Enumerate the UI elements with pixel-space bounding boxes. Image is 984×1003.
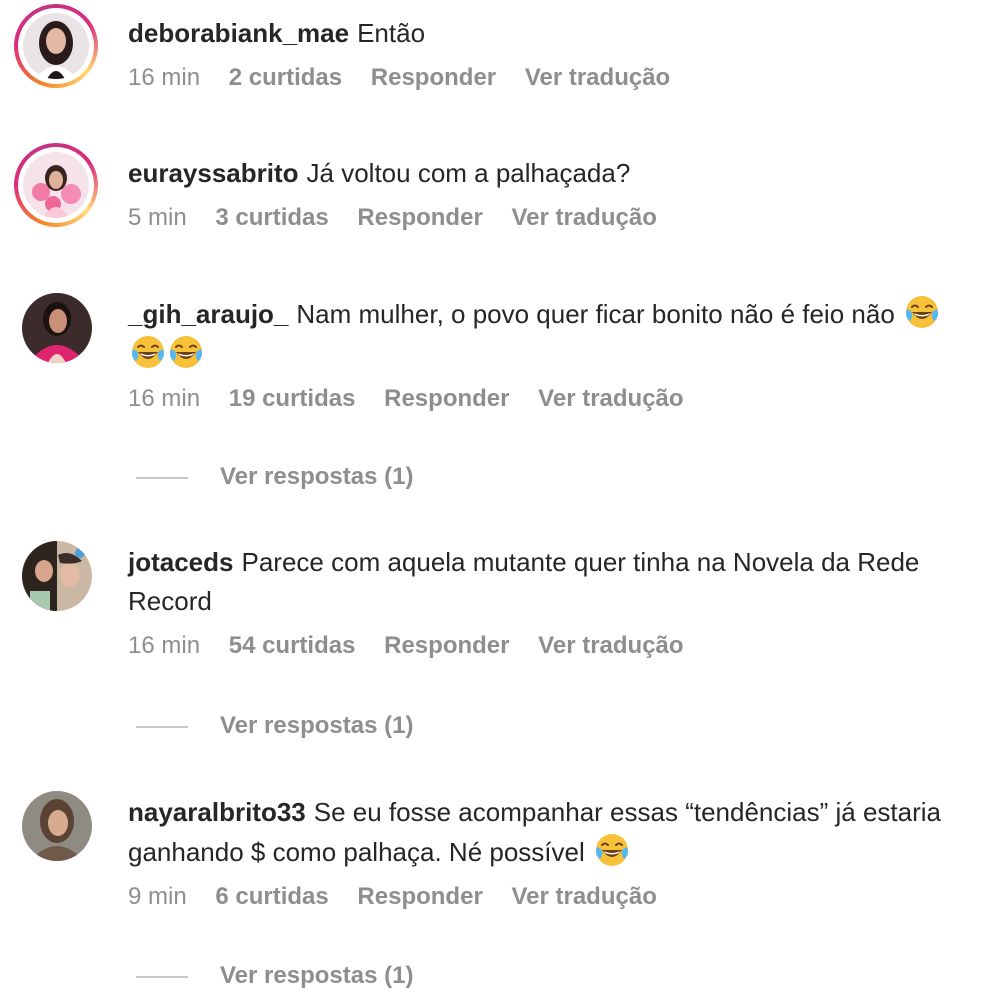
likes-count[interactable]: 3 curtidas xyxy=(215,204,328,231)
reply-divider-line xyxy=(136,476,188,479)
comment-text: nayaralbrito33 Se eu fosse acompanhar ess… xyxy=(128,793,958,872)
translate-button[interactable]: Ver tradução xyxy=(538,385,683,412)
comment-meta: 9 min 6 curtidas Responder Ver tradução xyxy=(128,882,958,912)
avatar[interactable] xyxy=(14,4,98,88)
reply-divider-line xyxy=(136,975,188,978)
face-with-tears-of-joy-icon xyxy=(904,294,940,330)
view-replies-label: Ver respostas (1) xyxy=(220,712,414,739)
comment-meta: 5 min 3 curtidas Responder Ver tradução xyxy=(128,203,958,233)
face-with-tears-of-joy-icon xyxy=(130,334,166,370)
comment-meta: 16 min 2 curtidas Responder Ver tradução xyxy=(128,63,958,93)
comment-time: 16 min xyxy=(128,64,201,91)
likes-count[interactable]: 6 curtidas xyxy=(215,883,328,910)
comment-time: 9 min xyxy=(128,883,187,910)
avatar[interactable] xyxy=(22,541,92,611)
reply-button[interactable]: Responder xyxy=(357,204,482,231)
face-with-tears-of-joy-icon xyxy=(168,334,204,370)
reply-button[interactable]: Responder xyxy=(371,64,496,91)
comment-text: _gih_araujo_ Nam mulher, o povo quer fica… xyxy=(128,294,958,374)
comment-body: Nam mulher, o povo quer ficar bonito não… xyxy=(296,299,895,329)
translate-button[interactable]: Ver tradução xyxy=(511,883,656,910)
comment-meta: 16 min 19 curtidas Responder Ver traduçã… xyxy=(128,384,958,414)
view-replies-button[interactable]: Ver respostas (1) xyxy=(136,711,413,741)
face-with-tears-of-joy-icon xyxy=(594,832,630,868)
comment-body: Parece com aquela mutante quer tinha na … xyxy=(128,547,920,616)
view-replies-label: Ver respostas (1) xyxy=(220,463,414,490)
view-replies-button[interactable]: Ver respostas (1) xyxy=(136,462,413,492)
translate-button[interactable]: Ver tradução xyxy=(538,632,683,659)
likes-count[interactable]: 54 curtidas xyxy=(229,632,356,659)
comment-text: eurayssabrito Já voltou com a palhaçada? xyxy=(128,154,958,193)
comment-body: Então xyxy=(357,18,426,48)
reply-button[interactable]: Responder xyxy=(384,385,509,412)
avatar[interactable] xyxy=(22,791,92,861)
reply-button[interactable]: Responder xyxy=(357,883,482,910)
reply-button[interactable]: Responder xyxy=(384,632,509,659)
likes-count[interactable]: 2 curtidas xyxy=(229,64,342,91)
comment-time: 16 min xyxy=(128,385,201,412)
comment-username[interactable]: _gih_araujo_ xyxy=(128,299,288,329)
comment-text: jotaceds Parece com aquela mutante quer t… xyxy=(128,543,958,621)
comment-username[interactable]: nayaralbrito33 xyxy=(128,797,306,827)
translate-button[interactable]: Ver tradução xyxy=(511,204,656,231)
avatar[interactable] xyxy=(14,143,98,227)
comment-text: deborabiank_mae Então xyxy=(128,14,958,53)
comment-time: 16 min xyxy=(128,632,201,659)
likes-count[interactable]: 19 curtidas xyxy=(229,385,356,412)
view-replies-button[interactable]: Ver respostas (1) xyxy=(136,961,413,991)
comment-username[interactable]: deborabiank_mae xyxy=(128,18,349,48)
avatar[interactable] xyxy=(22,293,92,363)
comment-meta: 16 min 54 curtidas Responder Ver traduçã… xyxy=(128,631,958,661)
comment-username[interactable]: jotaceds xyxy=(128,547,234,577)
comment-username[interactable]: eurayssabrito xyxy=(128,158,299,188)
comment-time: 5 min xyxy=(128,204,187,231)
view-replies-label: Ver respostas (1) xyxy=(220,962,414,989)
translate-button[interactable]: Ver tradução xyxy=(525,64,670,91)
reply-divider-line xyxy=(136,725,188,728)
comment-body: Já voltou com a palhaçada? xyxy=(306,158,631,188)
